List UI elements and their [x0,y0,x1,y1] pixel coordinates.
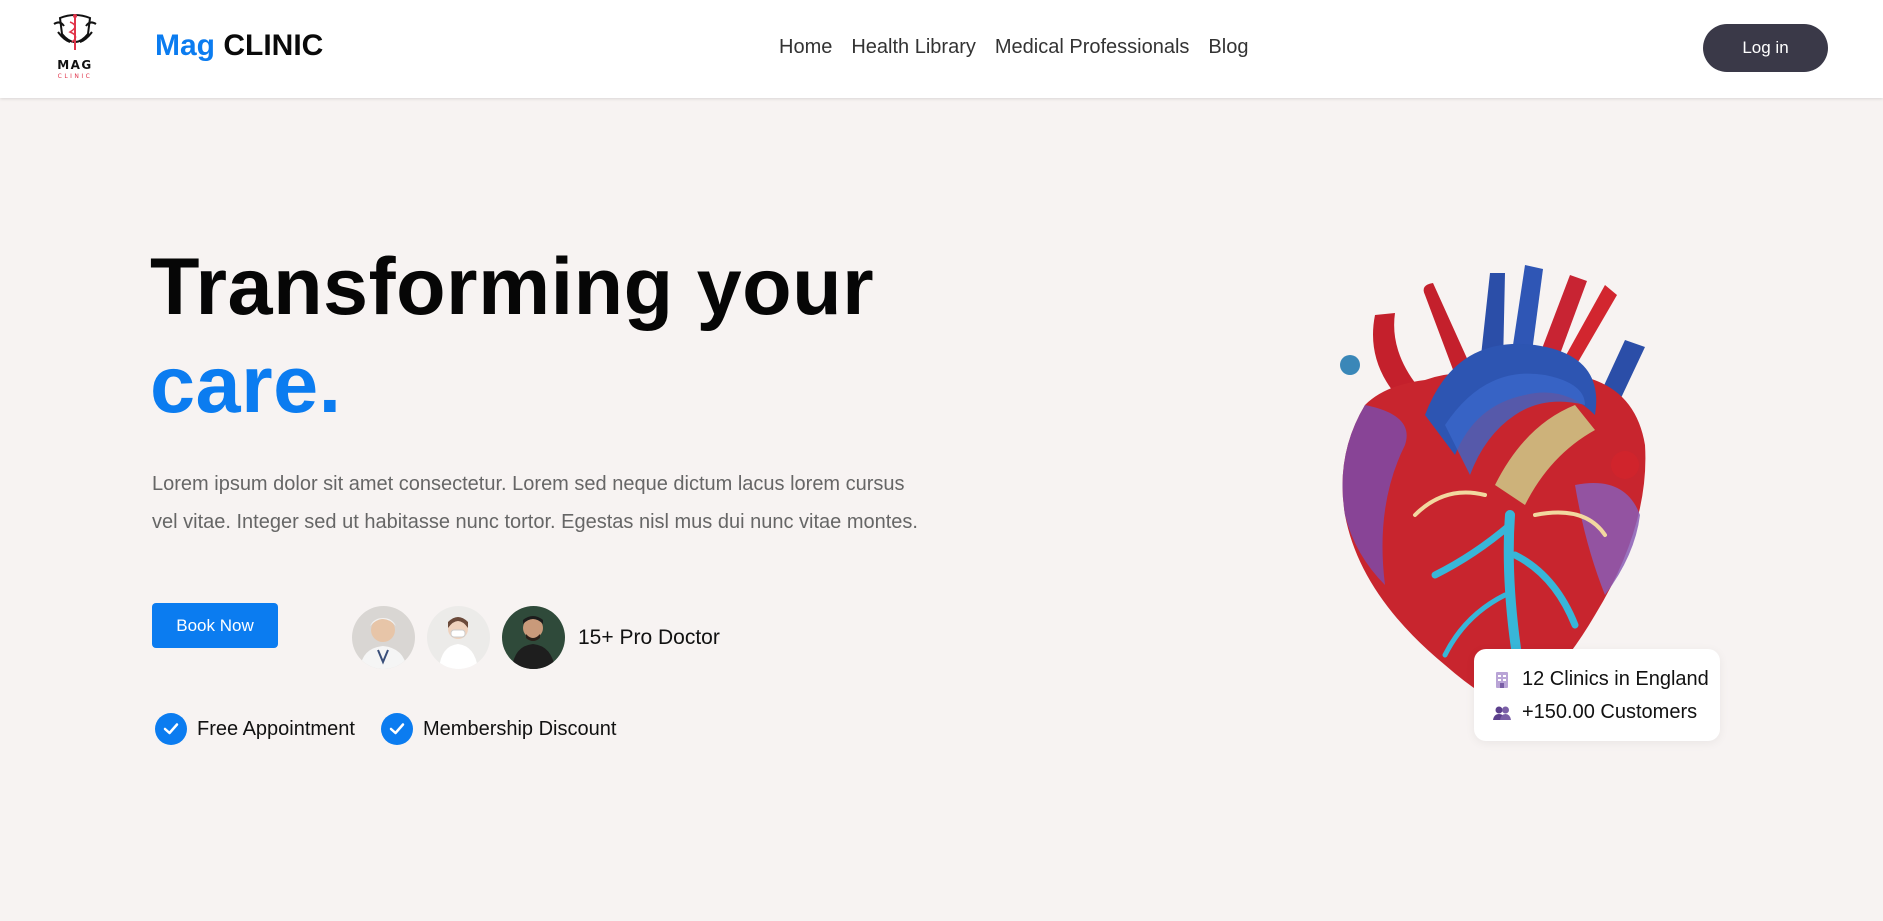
logo-word: MAG [57,58,93,72]
doctor-avatar[interactable] [352,606,415,669]
nav-link-medical-professionals[interactable]: Medical Professionals [995,36,1190,59]
brand-name-part1: Mag [155,29,215,62]
nav-link-blog[interactable]: Blog [1208,36,1248,59]
logo-subword: CLINIC [57,73,93,80]
stat-label: 12 Clinics in England [1522,668,1709,690]
building-icon [1496,671,1508,688]
caduceus-shield-icon [53,14,97,50]
hero-description: Lorem ipsum dolor sit amet consectetur. … [152,473,918,533]
feature-label: Free Appointment [197,717,355,740]
doctor-avatar[interactable] [427,606,490,669]
doctor-photo-2 [427,606,490,669]
clinic-stats-card: 12 Clinics in England +150.00 Customers [1474,649,1720,741]
site-header: MAG CLINIC Mag CLINIC Home Health Librar… [0,0,1883,98]
doctor-photo-3 [502,606,565,669]
check-icon [155,713,187,745]
doctors-count-label: 15+ Pro Doctor [578,626,720,649]
users-icon [1493,706,1511,720]
book-now-button[interactable]: Book Now [152,603,278,648]
feature-label: Membership Discount [423,717,617,740]
nav-link-health-library[interactable]: Health Library [851,36,976,59]
stat-label: +150.00 Customers [1522,701,1698,723]
stat-clinics: 12 Clinics in England [1492,663,1720,696]
doctor-photo-1 [352,606,415,669]
feature-free-appointment: Free Appointment [155,713,355,745]
main-nav: Home Health Library Medical Professional… [779,36,1248,59]
nav-link-home[interactable]: Home [779,36,832,59]
brand-name[interactable]: Mag CLINIC [155,29,323,63]
doctor-avatar[interactable] [502,606,565,669]
check-icon [381,713,413,745]
brand-name-part2: CLINIC [223,29,324,62]
login-button[interactable]: Log in [1703,24,1828,72]
clinic-logo[interactable]: MAG CLINIC [50,10,100,86]
stat-customers: +150.00 Customers [1492,696,1720,729]
hero-headline-accent: care. [150,340,342,430]
hero-headline: Transforming your [150,242,875,332]
feature-membership-discount: Membership Discount [381,713,616,745]
